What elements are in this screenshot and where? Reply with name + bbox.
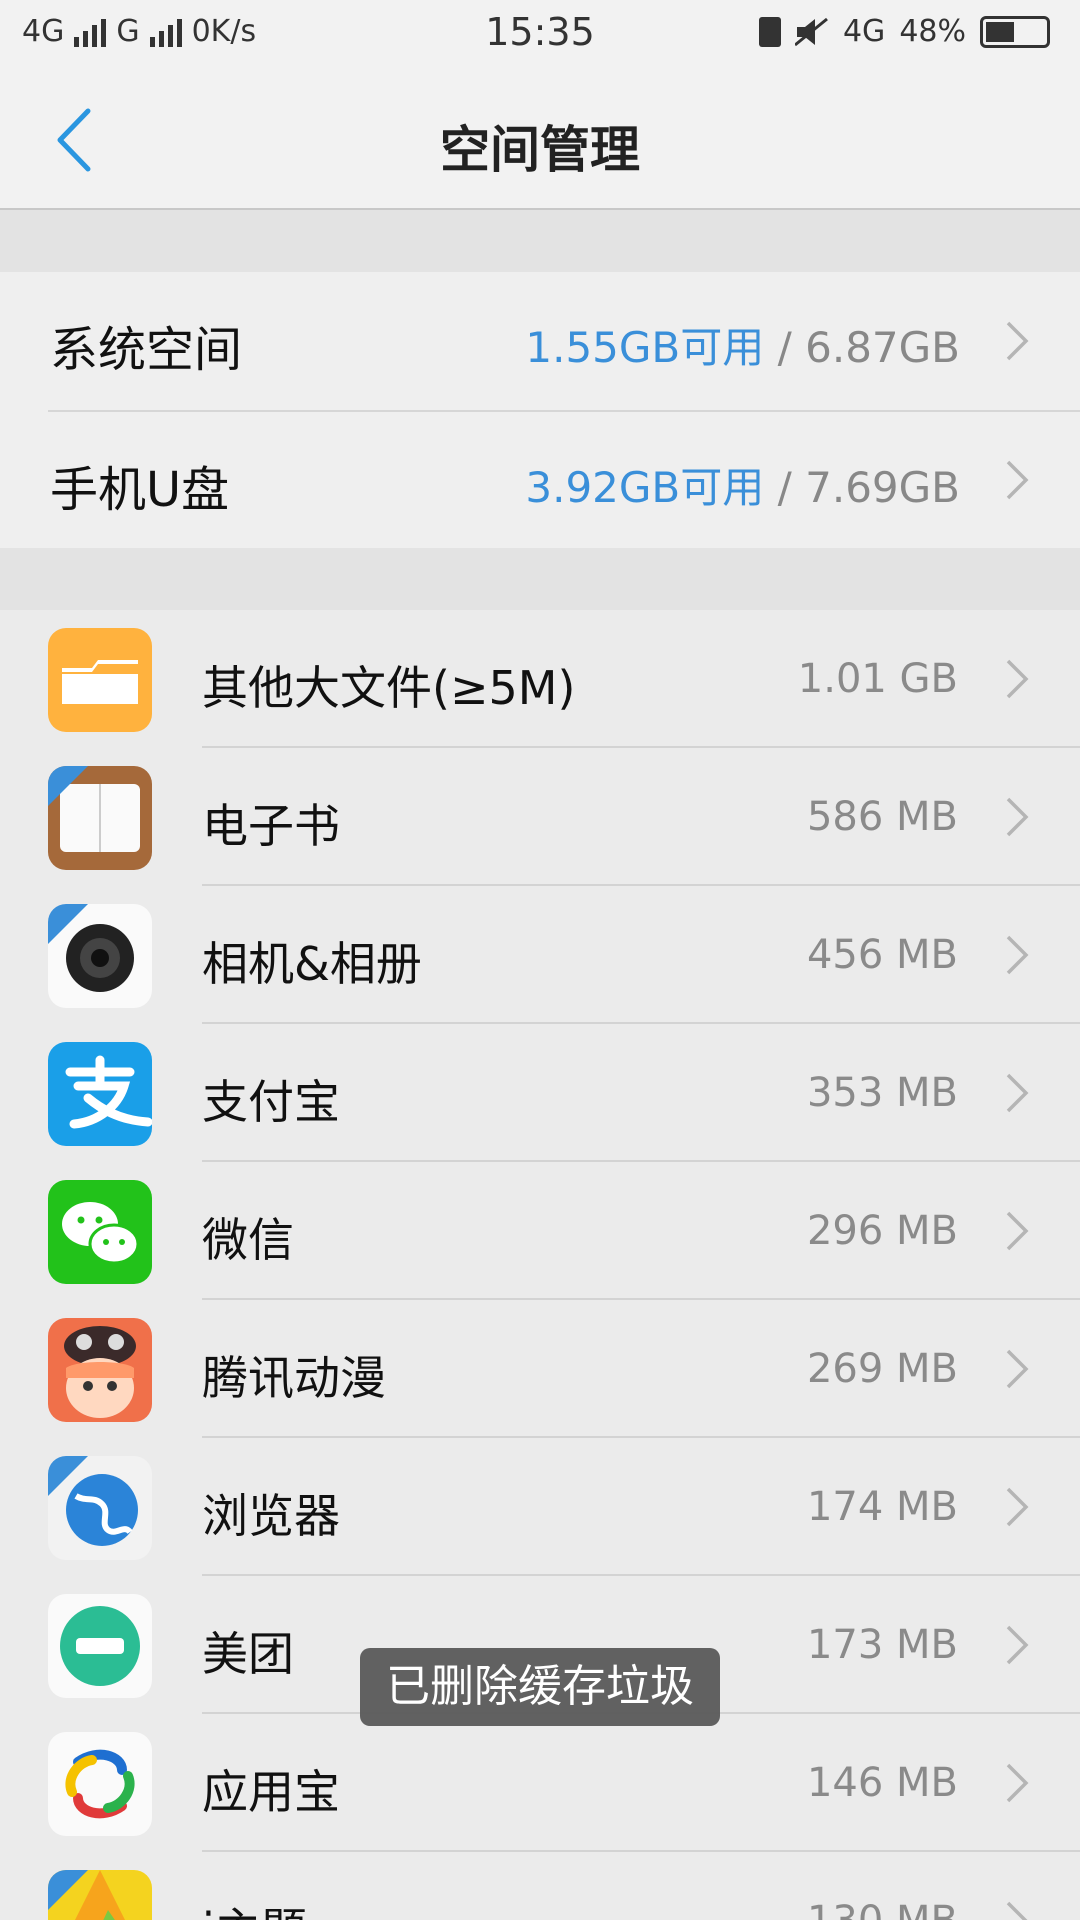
storage-label: 手机U盘	[50, 462, 230, 518]
chevron-right-icon	[1006, 1487, 1029, 1527]
chevron-right-icon	[1006, 1073, 1029, 1113]
app-size: 353 MB	[806, 1070, 958, 1116]
storage-label: 系统空间	[50, 322, 243, 378]
title-bar: 空间管理	[0, 70, 1080, 210]
app-name: 支付宝	[202, 1075, 340, 1129]
meituan-icon	[48, 1594, 152, 1698]
section-gap	[0, 548, 1080, 610]
storage-total: / 6.87GB	[764, 323, 960, 372]
list-item[interactable]: 腾讯动漫 269 MB	[0, 1300, 1080, 1438]
storage-value: 1.55GB可用 / 6.87GB	[525, 314, 960, 375]
app-size: 586 MB	[806, 794, 958, 840]
charging-icon	[758, 16, 781, 47]
chevron-right-icon	[1006, 1901, 1028, 1920]
app-name: 浏览器	[202, 1489, 340, 1543]
app-size: 130 MB	[807, 1898, 958, 1920]
storage-available: 3.92GB可用	[525, 463, 765, 512]
chevron-right-icon	[1006, 797, 1029, 837]
app-size: 1.01 GB	[797, 656, 958, 702]
alipay-icon	[48, 1042, 152, 1146]
status-bar: 4G G 0K/s 15:35 4G 48%	[0, 0, 1080, 70]
wechat-icon	[48, 1180, 152, 1284]
theme-icon	[48, 1870, 152, 1920]
battery-icon	[980, 15, 1050, 48]
battery-percent: 48%	[899, 14, 966, 49]
folder-icon	[48, 628, 152, 732]
storage-row-phone-storage[interactable]: 手机U盘 3.92GB可用 / 7.69GB	[48, 410, 1080, 548]
app-name: 美团	[202, 1627, 294, 1681]
toast-message: 已删除缓存垃圾	[360, 1648, 720, 1726]
tencent-comic-icon	[48, 1318, 152, 1422]
app-size: 174 MB	[806, 1484, 958, 1530]
app-name: 腾讯动漫	[202, 1351, 386, 1405]
app-name: 电子书	[202, 799, 340, 853]
app-size: 269 MB	[806, 1346, 958, 1392]
section-gap	[0, 210, 1080, 272]
app-size: 173 MB	[806, 1622, 958, 1668]
app-name: i主题	[202, 1894, 307, 1920]
app-size: 456 MB	[806, 932, 958, 978]
chevron-right-icon	[1006, 1349, 1029, 1389]
network-type-3: 4G	[842, 14, 886, 49]
status-right: 4G 48%	[758, 14, 1050, 49]
list-item[interactable]: 电子书 586 MB	[0, 748, 1080, 886]
chevron-right-icon	[1006, 935, 1029, 975]
chevron-right-icon	[1006, 460, 1029, 500]
app-name: 其他大文件(≥5M)	[202, 661, 576, 715]
browser-icon	[48, 1456, 152, 1560]
app-size: 296 MB	[806, 1208, 958, 1254]
app-name: 相机&相册	[202, 937, 422, 991]
list-item[interactable]: 微信 296 MB	[0, 1162, 1080, 1300]
app-name: 微信	[202, 1213, 294, 1267]
chevron-right-icon	[1006, 1763, 1029, 1803]
list-item[interactable]: i主题 130 MB	[0, 1852, 1080, 1920]
list-item[interactable]: 相机&相册 456 MB	[0, 886, 1080, 1024]
storage-value: 3.92GB可用 / 7.69GB	[525, 454, 960, 515]
storage-row-system[interactable]: 系统空间 1.55GB可用 / 6.87GB	[0, 272, 1080, 410]
app-size: 146 MB	[806, 1760, 958, 1806]
chevron-right-icon	[1006, 1211, 1029, 1251]
list-item[interactable]: 浏览器 174 MB	[0, 1438, 1080, 1576]
ebook-icon	[48, 766, 152, 870]
chevron-right-icon	[1006, 659, 1029, 699]
camera-icon	[48, 904, 152, 1008]
list-item[interactable]: 支付宝 353 MB	[0, 1024, 1080, 1162]
list-item[interactable]: 其他大文件(≥5M) 1.01 GB	[0, 610, 1080, 748]
app-name: 应用宝	[202, 1765, 340, 1819]
mute-icon	[794, 17, 828, 46]
list-item[interactable]: 应用宝 146 MB	[0, 1714, 1080, 1852]
chevron-right-icon	[1006, 1625, 1029, 1665]
storage-available: 1.55GB可用	[525, 323, 765, 372]
chevron-right-icon	[1006, 321, 1029, 361]
app-store-icon	[48, 1732, 152, 1836]
storage-summary: 系统空间 1.55GB可用 / 6.87GB 手机U盘 3.92GB可用 / 7…	[0, 272, 1080, 548]
page-title: 空间管理	[440, 121, 640, 179]
storage-total: / 7.69GB	[764, 463, 960, 512]
